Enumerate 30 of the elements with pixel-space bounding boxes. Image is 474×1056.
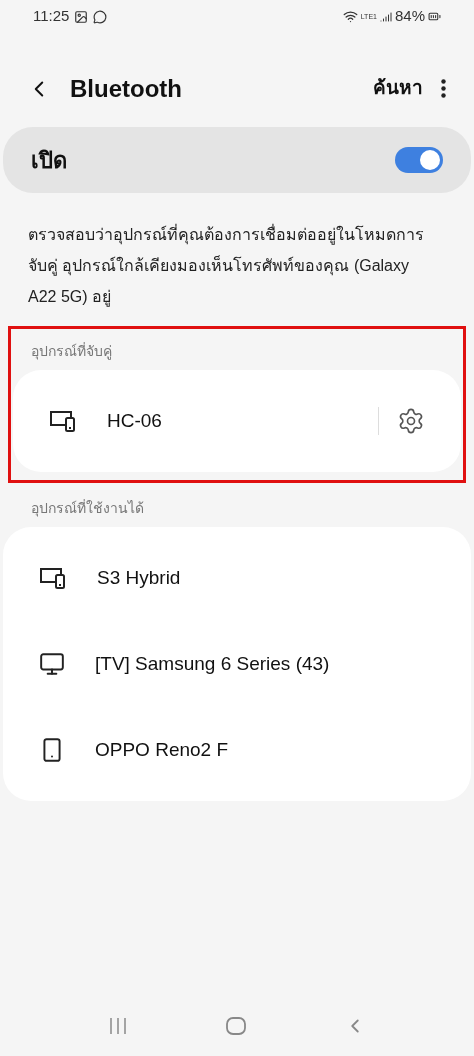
section-header: อุปกรณ์ที่ใช้งานได้ (30, 498, 145, 519)
device-item[interactable]: HC-06 (13, 378, 461, 464)
recent-apps-icon[interactable] (108, 1017, 129, 1035)
description-text: ตรวจสอบว่าอุปกรณ์ที่คุณต้องการเชื่อมต่ออยู่ในโหมดการจับคู่ อุปกรณ์ใกล้เคียงมองเห็นโทรศัพท์ของคุณ (Galaxy A22 5G) อยู่ (27, 223, 425, 309)
device-name: S3 Hybrid (97, 565, 182, 590)
search-button[interactable]: ค้นหา (373, 74, 423, 103)
more-icon (441, 79, 446, 98)
bluetooth-switch[interactable] (395, 147, 443, 173)
settings-button[interactable] (397, 407, 425, 435)
battery-icon (428, 10, 441, 23)
wifi-icon (342, 9, 358, 24)
switch-label: เปิด (31, 146, 68, 175)
devices-icon (39, 566, 67, 590)
home-icon[interactable] (225, 1016, 247, 1036)
devices-icon (49, 409, 77, 433)
device-item[interactable]: OPPO Reno2 F (3, 707, 471, 793)
page-title: Bluetooth (70, 73, 183, 104)
device-name: OPPO Reno2 F (95, 737, 230, 762)
device-item[interactable]: S3 Hybrid (3, 535, 471, 621)
settings-icon (397, 407, 425, 435)
status-time: 11:25 (33, 6, 70, 27)
battery-level: 84% (394, 6, 425, 27)
device-name: HC-06 (107, 408, 163, 433)
gallery-icon (74, 9, 89, 24)
section-header: อุปกรณ์ที่จับคู่ (30, 341, 113, 362)
monitor-icon (39, 651, 65, 677)
device-item[interactable]: [TV] Samsung 6 Series (43) (3, 621, 471, 707)
more-options-button[interactable] (441, 79, 446, 98)
device-name: [TV] Samsung 6 Series (43) (95, 651, 331, 676)
chat-icon (93, 9, 108, 24)
